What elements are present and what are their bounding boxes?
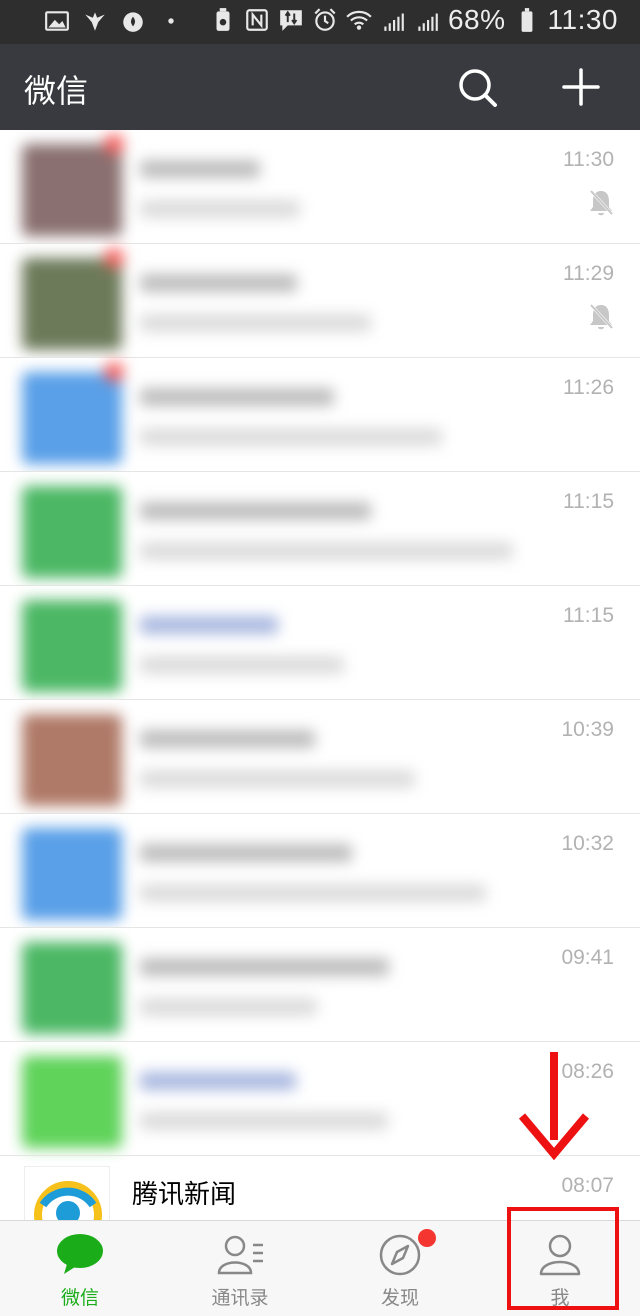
blurred-name bbox=[140, 844, 352, 862]
tab-contacts[interactable]: 通讯录 bbox=[160, 1221, 320, 1316]
image-icon bbox=[45, 11, 69, 31]
unread-badge bbox=[104, 362, 124, 382]
blurred-message bbox=[140, 542, 513, 560]
alarm-icon bbox=[314, 8, 336, 31]
blurred-message bbox=[140, 200, 300, 218]
chat-time: 08:07 bbox=[561, 1174, 614, 1197]
nfc-icon bbox=[246, 9, 268, 31]
mute-bell-icon bbox=[588, 188, 614, 217]
unread-badge bbox=[104, 134, 124, 154]
plus-icon bbox=[562, 68, 600, 106]
blurred-chat-preview bbox=[8, 478, 548, 582]
app-header: 微信 bbox=[0, 44, 640, 130]
chat-time: 11:26 bbox=[563, 376, 614, 399]
blurred-name bbox=[140, 1072, 296, 1090]
tab-label: 通讯录 bbox=[211, 1287, 269, 1309]
chat-time: 11:29 bbox=[563, 262, 614, 285]
blurred-message bbox=[140, 428, 442, 446]
chat-row[interactable]: 11:15 bbox=[0, 472, 640, 586]
blurred-message bbox=[140, 656, 344, 674]
chat-row[interactable]: 11:29 bbox=[0, 244, 640, 358]
chat-row[interactable]: 11:15 bbox=[0, 586, 640, 700]
status-bar: 68% 11:30 bbox=[0, 0, 640, 44]
signal-2g-icon bbox=[418, 13, 438, 31]
battery-saver-icon bbox=[216, 8, 230, 31]
blurred-message bbox=[140, 884, 486, 902]
battery-icon bbox=[521, 8, 532, 32]
chat-time: 10:32 bbox=[561, 832, 614, 855]
chat-name: 腾讯新闻 bbox=[132, 1180, 237, 1210]
blurred-chat-preview bbox=[8, 134, 548, 240]
blurred-name bbox=[140, 388, 334, 406]
chat-row[interactable]: 10:32 bbox=[0, 814, 640, 928]
add-button[interactable] bbox=[558, 64, 604, 110]
bird-icon bbox=[85, 12, 105, 31]
clock: 11:30 bbox=[547, 4, 618, 35]
blurred-message bbox=[140, 770, 415, 788]
notification-dot bbox=[418, 1229, 436, 1247]
chat-time: 11:15 bbox=[563, 490, 614, 513]
blurred-chat-preview bbox=[8, 820, 548, 924]
blurred-message bbox=[140, 314, 371, 332]
annotation-highlight-box bbox=[507, 1207, 619, 1310]
blurred-name bbox=[140, 616, 278, 634]
page-title: 微信 bbox=[24, 72, 89, 110]
dot-icon bbox=[168, 18, 174, 24]
wifi-icon bbox=[346, 10, 372, 30]
avatar bbox=[22, 1056, 122, 1148]
blurred-chat-preview bbox=[8, 362, 548, 468]
blurred-chat-preview bbox=[8, 248, 548, 354]
chat-row[interactable]: 11:26 bbox=[0, 358, 640, 472]
search-icon bbox=[459, 69, 497, 107]
avatar bbox=[22, 714, 122, 806]
blurred-name bbox=[140, 958, 389, 976]
annotation-arrow-icon bbox=[518, 1052, 590, 1161]
contacts-icon bbox=[217, 1235, 263, 1275]
signal-4g-icon bbox=[384, 13, 404, 31]
mute-bell-icon bbox=[588, 302, 614, 331]
avatar bbox=[22, 600, 122, 692]
avatar bbox=[22, 486, 122, 578]
chat-row[interactable]: 10:39 bbox=[0, 700, 640, 814]
chat-row[interactable]: 09:41 bbox=[0, 928, 640, 1042]
flame-icon bbox=[123, 12, 143, 32]
blurred-chat-preview bbox=[8, 934, 548, 1038]
tab-discover[interactable]: 发现 bbox=[320, 1221, 480, 1316]
search-button[interactable] bbox=[454, 64, 500, 110]
avatar bbox=[22, 942, 122, 1034]
blurred-chat-preview bbox=[8, 1048, 548, 1152]
battery-percent: 68% bbox=[447, 4, 506, 35]
blurred-chat-preview bbox=[8, 592, 548, 696]
chat-bubble-icon bbox=[57, 1234, 103, 1274]
avatar bbox=[22, 828, 122, 920]
blurred-chat-preview bbox=[8, 706, 548, 810]
chat-time: 11:15 bbox=[563, 604, 614, 627]
avatar bbox=[22, 372, 122, 464]
chat-time: 09:41 bbox=[561, 946, 614, 969]
avatar bbox=[22, 258, 122, 350]
chat-time: 10:39 bbox=[561, 718, 614, 741]
blurred-name bbox=[140, 160, 260, 178]
unread-badge bbox=[104, 248, 124, 268]
blurred-message bbox=[140, 1112, 388, 1130]
blurred-name bbox=[140, 730, 315, 748]
chat-row[interactable]: 11:30 bbox=[0, 130, 640, 244]
avatar bbox=[22, 144, 122, 236]
data-transfer-icon bbox=[280, 10, 302, 31]
blurred-name bbox=[140, 274, 297, 292]
blurred-message bbox=[140, 998, 317, 1016]
blurred-name bbox=[140, 502, 371, 520]
tab-chats[interactable]: 微信 bbox=[0, 1221, 160, 1316]
tab-label: 发现 bbox=[380, 1287, 419, 1309]
chat-time: 11:30 bbox=[563, 148, 614, 171]
tab-label: 微信 bbox=[60, 1287, 99, 1309]
